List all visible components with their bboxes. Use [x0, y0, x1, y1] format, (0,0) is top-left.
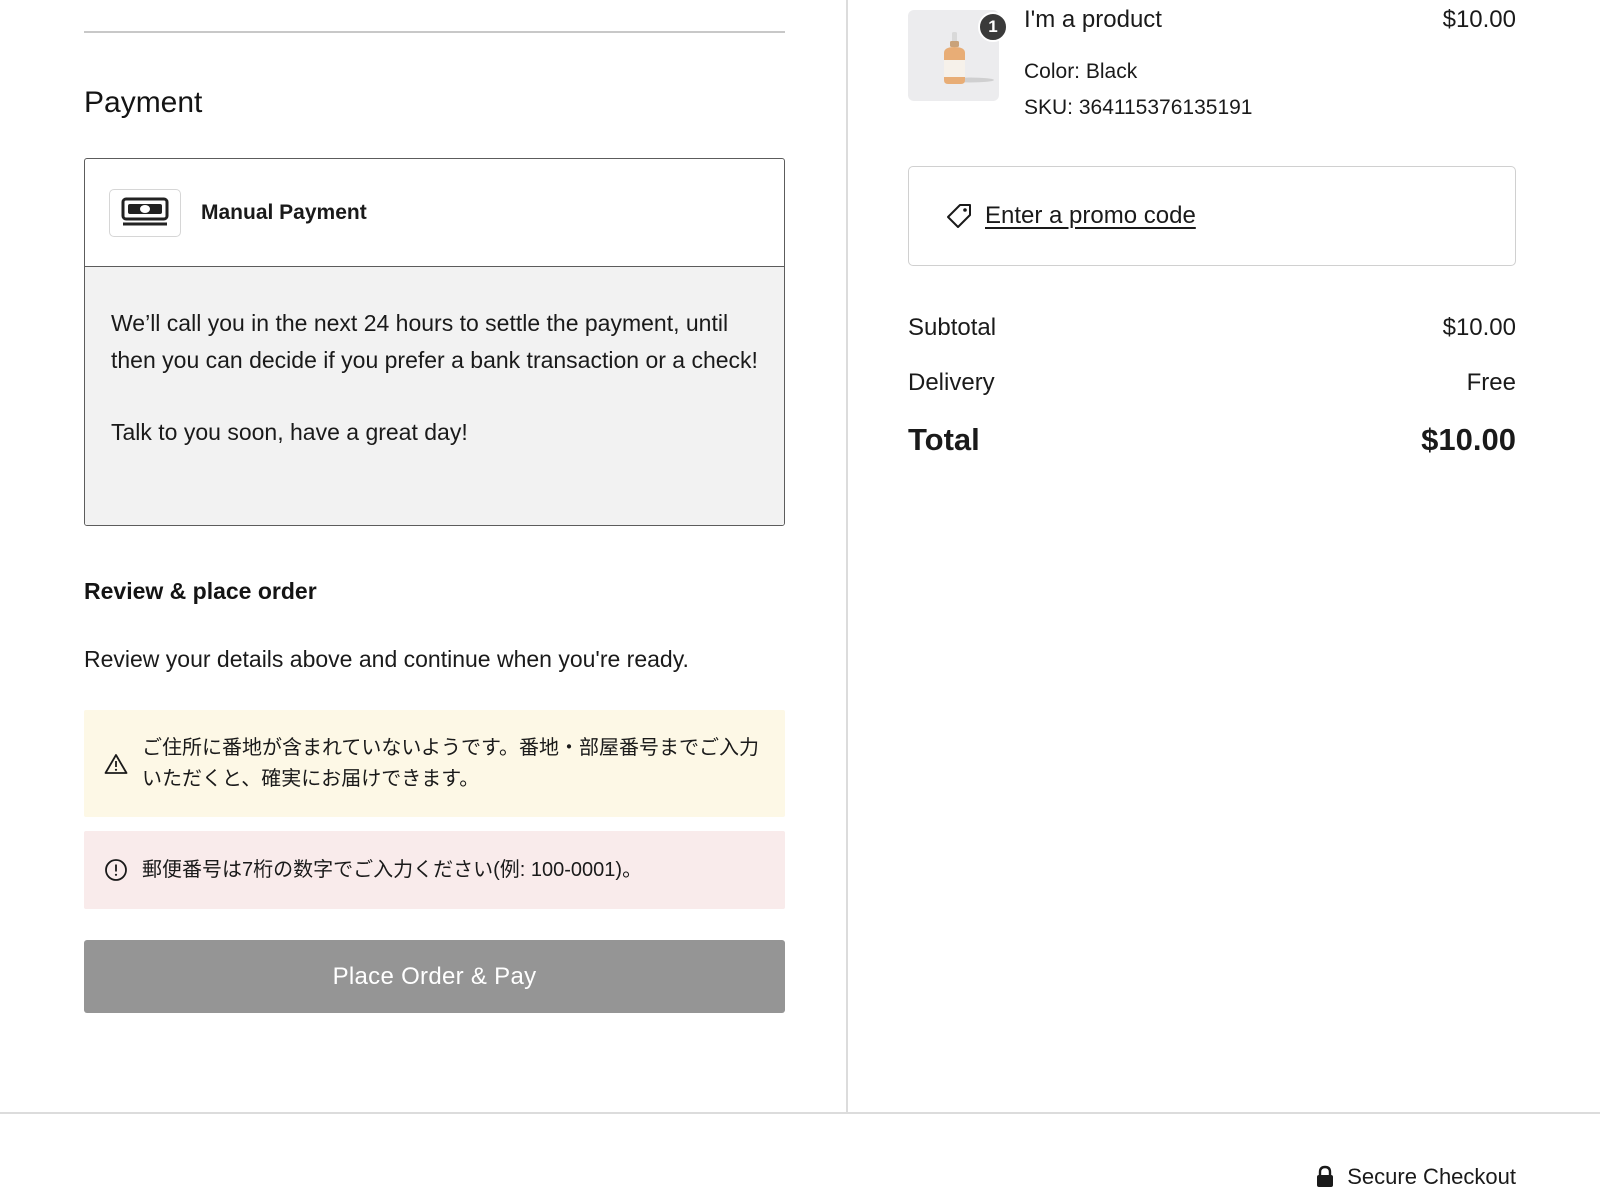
delivery-label: Delivery	[908, 369, 995, 396]
secure-checkout-label: Secure Checkout	[1347, 1164, 1516, 1189]
payment-section-title: Payment	[84, 86, 203, 119]
promo-code-link[interactable]: Enter a promo code	[985, 202, 1196, 230]
subtotal-label: Subtotal	[908, 314, 997, 341]
address-warning-alert: ご住所に番地が含まれていないようです。番地・部屋番号までご入力いただくと、確実に…	[84, 710, 785, 817]
secure-checkout-badge: Secure Checkout	[1315, 1164, 1516, 1190]
payment-closing-text: Talk to you soon, have a great day!	[111, 419, 468, 445]
payment-method-label: Manual Payment	[201, 200, 367, 224]
lock-icon	[1315, 1165, 1335, 1189]
product-price: $10.00	[1442, 6, 1516, 33]
delivery-row: Delivery Free	[908, 369, 1516, 397]
postal-code-error-text: 郵便番号は7桁の数字でご入力ください(例: 100-0001)。	[142, 858, 643, 881]
footer-divider	[0, 1112, 1600, 1114]
payment-description: We’ll call you in the next 24 hours to s…	[85, 267, 784, 525]
warning-icon	[102, 753, 130, 775]
section-divider	[84, 31, 785, 33]
cash-icon	[109, 188, 181, 237]
place-order-button[interactable]: Place Order & Pay	[84, 940, 785, 1013]
postal-code-error-alert: 郵便番号は7桁の数字でご入力ください(例: 100-0001)。	[84, 831, 785, 909]
column-divider	[846, 0, 848, 1113]
product-sku: SKU: 364115376135191	[1024, 96, 1253, 119]
review-instructions: Review your details above and continue w…	[84, 646, 689, 672]
promo-code-box[interactable]: Enter a promo code	[908, 166, 1516, 266]
product-thumbnail[interactable]: 1	[908, 10, 1008, 101]
review-section-title: Review & place order	[84, 578, 317, 604]
product-color: Color: Black	[1024, 60, 1138, 83]
payment-description-text: We’ll call you in the next 24 hours to s…	[111, 310, 758, 373]
total-value: $10.00	[1421, 422, 1516, 457]
payment-method-box: Manual Payment We’ll call you in the nex…	[84, 158, 785, 526]
total-label: Total	[908, 422, 980, 457]
payment-option-manual[interactable]: Manual Payment	[85, 159, 784, 267]
delivery-value: Free	[1466, 369, 1516, 396]
subtotal-row: Subtotal $10.00	[908, 314, 1516, 342]
error-circle-icon	[102, 858, 130, 882]
tag-icon	[945, 202, 973, 230]
address-warning-text: ご住所に番地が含まれていないようです。番地・部屋番号までご入力いただくと、確実に…	[142, 736, 759, 790]
total-row: Total $10.00	[908, 422, 1516, 458]
subtotal-value: $10.00	[1442, 314, 1516, 341]
checkout-page: Payment Manual Payment We’ll call you in…	[0, 0, 1600, 1200]
product-name[interactable]: I'm a product	[1024, 6, 1162, 34]
quantity-badge: 1	[978, 12, 1008, 42]
